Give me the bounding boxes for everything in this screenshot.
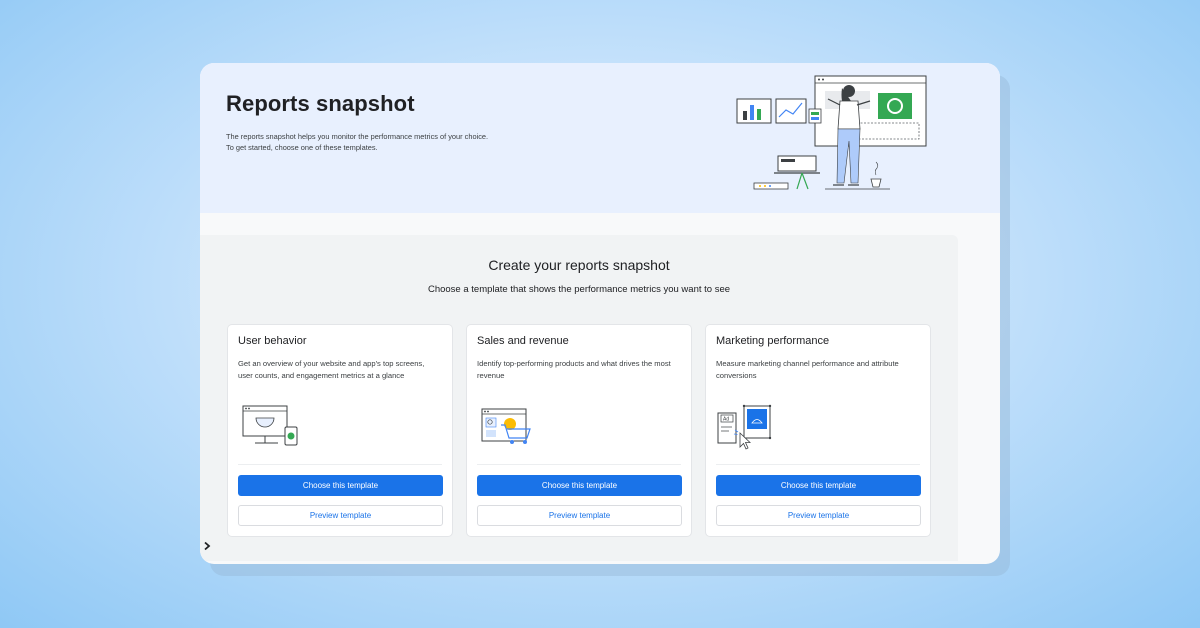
ad-label: Ad [723, 417, 729, 423]
preview-template-button[interactable]: Preview template [716, 505, 921, 526]
page-title: Reports snapshot [226, 91, 415, 116]
dashboard-person-illustration [736, 75, 927, 190]
description-line-2: To get started, choose one of these temp… [226, 143, 378, 152]
chevron-right-icon [204, 541, 211, 551]
card-divider [477, 464, 681, 465]
card-title: User behavior [238, 335, 307, 347]
choose-template-button[interactable]: Choose this template [238, 475, 443, 496]
panel-subtitle: Choose a template that shows the perform… [427, 284, 731, 295]
card-description: Measure marketing channel performance an… [716, 359, 899, 380]
choose-template-button[interactable]: Choose this template [477, 475, 682, 496]
card-title: Marketing performance [716, 335, 830, 347]
ad-click-icon: Ad [717, 404, 772, 450]
page-description: The reports snapshot helps you monitor t… [226, 131, 546, 153]
card-description: Identify top-performing products and wha… [477, 359, 671, 380]
card-divider [716, 464, 920, 465]
preview-template-button[interactable]: Preview template [238, 505, 443, 526]
preview-template-button[interactable]: Preview template [477, 505, 682, 526]
template-panel: Create your reports snapshot Choose a te… [200, 235, 958, 561]
hero-banner: Reports snapshot The reports snapshot he… [200, 63, 1000, 213]
expand-sidebar-button[interactable] [202, 539, 212, 553]
reports-snapshot-window: Reports snapshot The reports snapshot he… [200, 63, 1000, 564]
template-card-user-behavior: User behavior Get an overview of your we… [228, 325, 452, 536]
monitor-phone-icon [242, 405, 298, 446]
choose-template-button[interactable]: Choose this template [716, 475, 921, 496]
card-description: Get an overview of your website and app'… [238, 359, 425, 380]
card-divider [238, 464, 442, 465]
template-card-marketing-performance: Marketing performance Measure marketing … [706, 325, 930, 536]
panel-title: Create your reports snapshot [488, 257, 670, 273]
card-title: Sales and revenue [477, 335, 569, 347]
template-card-sales-revenue: Sales and revenue Identify top-performin… [467, 325, 691, 536]
shopping-cart-icon [481, 408, 531, 444]
description-line-1: The reports snapshot helps you monitor t… [226, 132, 489, 141]
